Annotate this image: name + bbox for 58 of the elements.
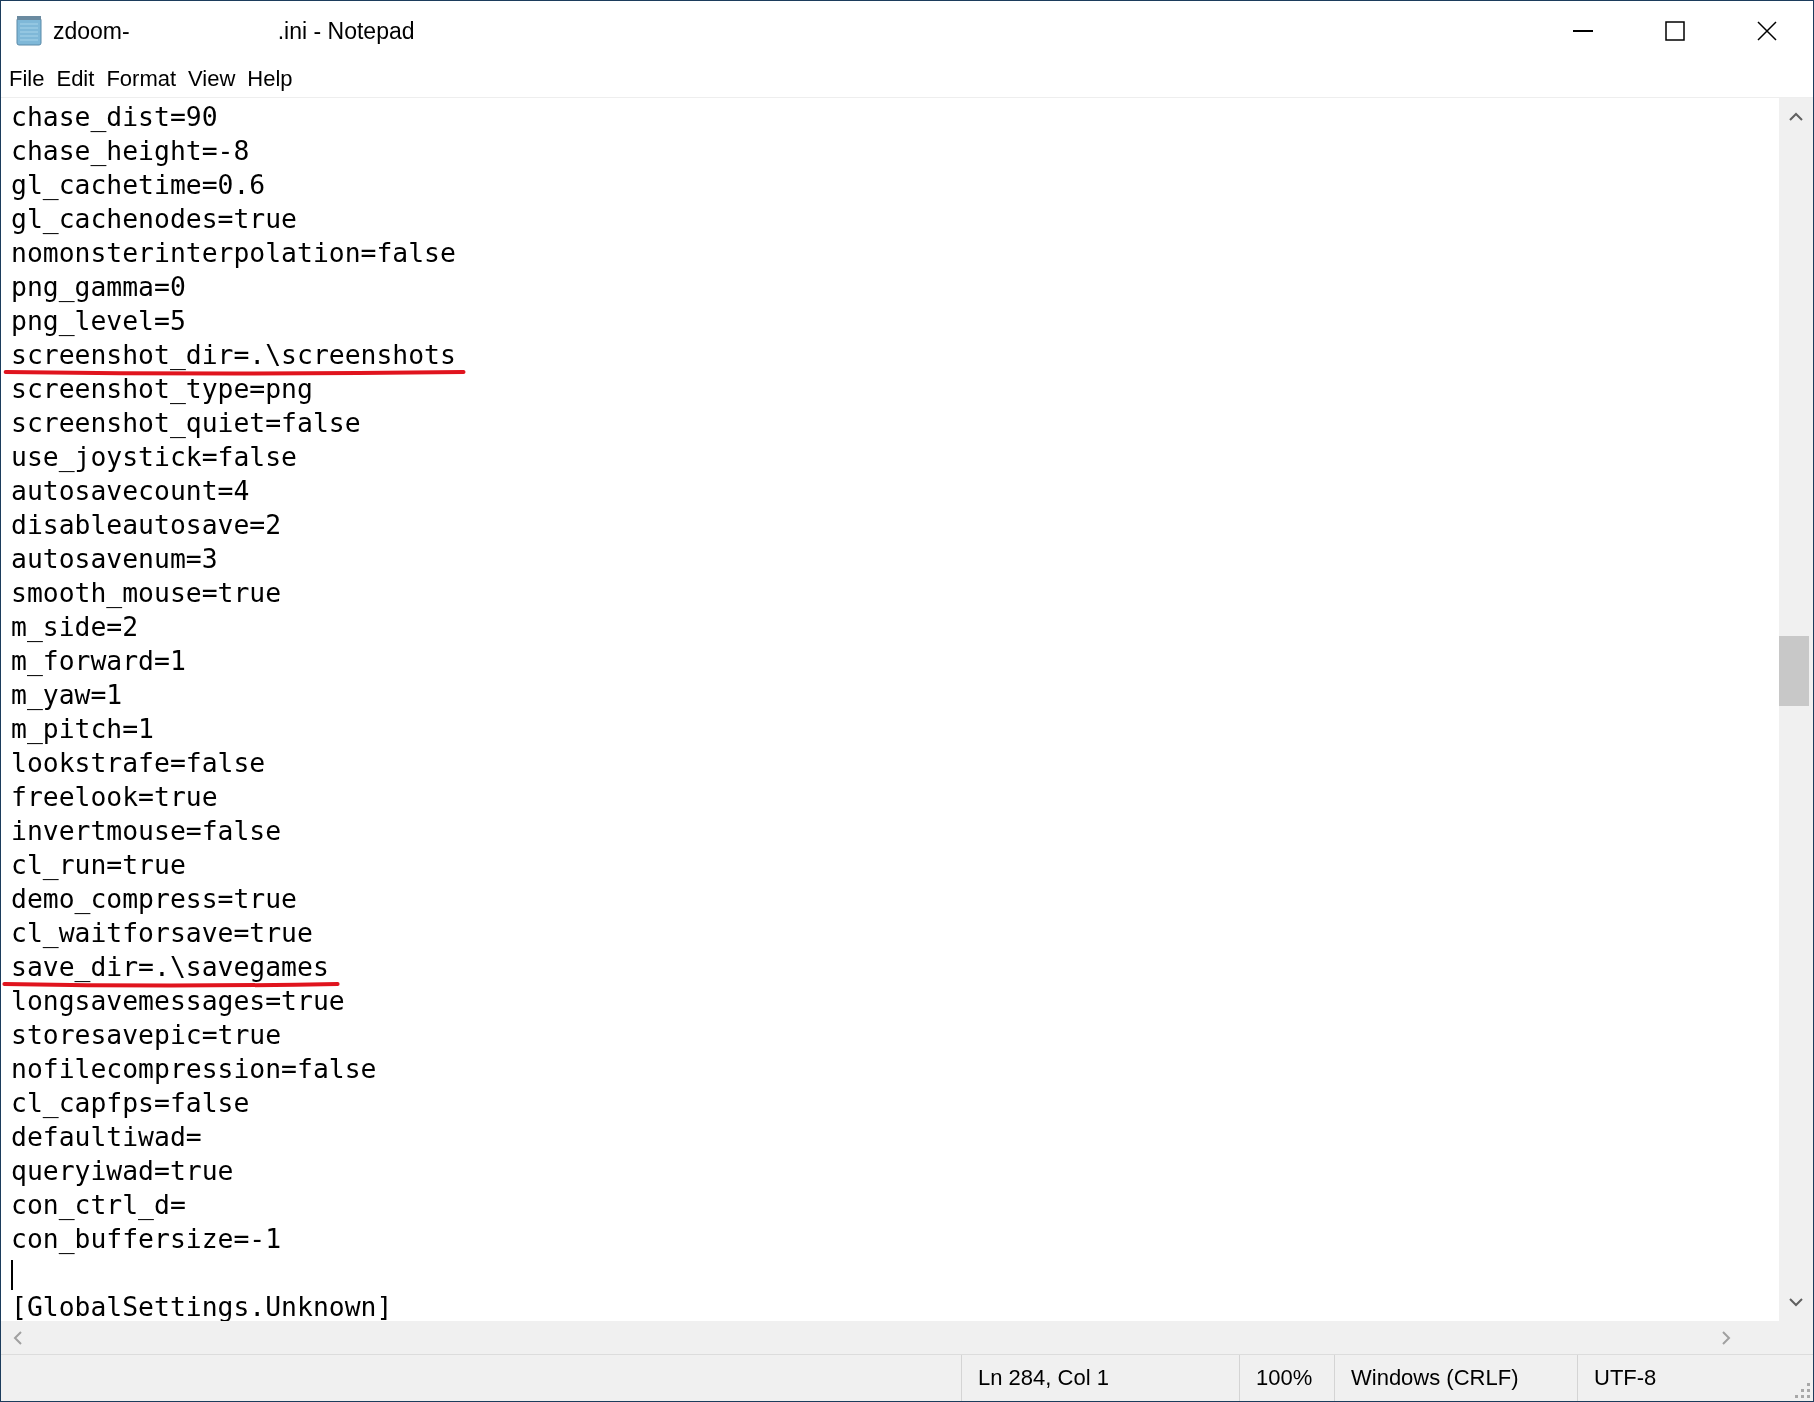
text-line: invertmouse=false bbox=[11, 814, 282, 848]
text-line: gl_cachetime=0.6 bbox=[11, 168, 266, 202]
status-text: UTF-8 bbox=[1577, 1355, 1789, 1401]
maximize-icon bbox=[1665, 21, 1685, 41]
close-icon bbox=[1757, 21, 1777, 41]
text-line: cl_waitforsave=true bbox=[11, 916, 313, 950]
text-line: autosavecount=4 bbox=[11, 474, 250, 508]
text-line: demo_compress=true bbox=[11, 882, 297, 916]
text-line: storesavepic=true bbox=[11, 1018, 282, 1052]
window-title: .ini - Notepad bbox=[277, 17, 415, 45]
menu-item[interactable]: Help bbox=[241, 66, 299, 92]
text-line: smooth_mouse=true bbox=[11, 576, 282, 610]
text-line: m_side=2 bbox=[11, 610, 139, 644]
menu-item[interactable]: Format bbox=[100, 66, 183, 92]
text-line: disableautosave=2 bbox=[11, 508, 282, 542]
scroll-right-icon[interactable] bbox=[1721, 1330, 1731, 1345]
text-line: cl_run=true bbox=[11, 848, 186, 882]
scroll-left-icon[interactable] bbox=[13, 1330, 23, 1345]
window-title: zdoom- bbox=[53, 17, 130, 45]
text-line: longsavemessages=true bbox=[11, 984, 345, 1018]
text-line: screenshot_type=png bbox=[11, 372, 313, 406]
text-line: m_pitch=1 bbox=[11, 712, 154, 746]
text-line: freelook=true bbox=[11, 780, 218, 814]
menu-item[interactable]: View bbox=[182, 66, 242, 92]
text-line: nofilecompression=false bbox=[11, 1052, 377, 1086]
text-line: screenshot_dir=.\screenshots bbox=[11, 338, 456, 372]
minimize-icon bbox=[1573, 30, 1593, 32]
text-line: png_level=5 bbox=[11, 304, 186, 338]
text-line: lookstrafe=false bbox=[11, 746, 266, 780]
text-line: save_dir=.\savegames bbox=[11, 950, 329, 984]
text-line: m_yaw=1 bbox=[11, 678, 123, 712]
text-line: queryiwad=true bbox=[11, 1154, 234, 1188]
text-line: [GlobalSettings.Unknown] bbox=[11, 1290, 393, 1321]
status-text: Ln 284, Col 1 bbox=[961, 1355, 1239, 1401]
menu-item[interactable]: Edit bbox=[50, 66, 101, 92]
text-line: use_joystick=false bbox=[11, 440, 297, 474]
text-caret bbox=[11, 1259, 13, 1290]
text-line: con_ctrl_d= bbox=[11, 1188, 186, 1222]
vertical-scrollbar[interactable] bbox=[1779, 98, 1813, 1321]
scroll-down-icon[interactable] bbox=[1789, 1297, 1803, 1307]
text-line: png_gamma=0 bbox=[11, 270, 186, 304]
scroll-up-icon[interactable] bbox=[1789, 112, 1803, 122]
horizontal-scrollbar[interactable] bbox=[1, 1321, 1813, 1354]
text-line: chase_dist=90 bbox=[11, 100, 218, 134]
text-line: screenshot_quiet=false bbox=[11, 406, 361, 440]
text-line: autosavenum=3 bbox=[11, 542, 218, 576]
status-text: Windows (CRLF) bbox=[1334, 1355, 1577, 1401]
text-line: con_buffersize=-1 bbox=[11, 1222, 282, 1256]
text-line: gl_cachenodes=true bbox=[11, 202, 297, 236]
text-line: nomonsterinterpolation=false bbox=[11, 236, 456, 270]
notepad-icon bbox=[15, 15, 45, 47]
text-line: m_forward=1 bbox=[11, 644, 186, 678]
text-line: defaultiwad= bbox=[11, 1120, 202, 1154]
menu-item[interactable]: File bbox=[3, 66, 51, 92]
text-line: cl_capfps=false bbox=[11, 1086, 250, 1120]
scroll-thumb[interactable] bbox=[1779, 636, 1809, 706]
status-text: 100% bbox=[1239, 1355, 1334, 1401]
text-line: chase_height=-8 bbox=[11, 134, 250, 168]
